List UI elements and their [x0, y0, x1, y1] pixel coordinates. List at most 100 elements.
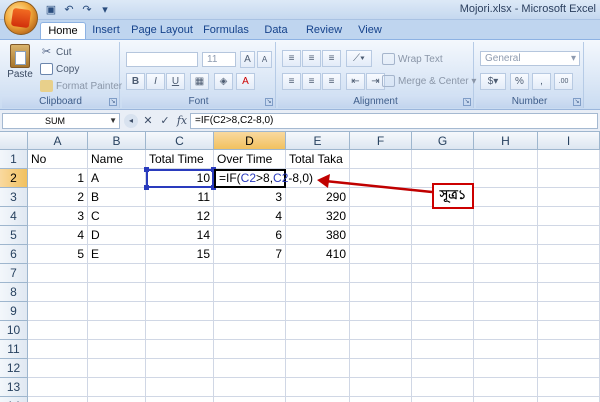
cell-f10[interactable] — [350, 321, 412, 340]
cell-g1[interactable] — [412, 150, 474, 169]
number-format-box[interactable]: General ▾ — [480, 51, 580, 66]
cell-b11[interactable] — [88, 340, 146, 359]
align-bottom-icon[interactable]: ≡ — [322, 50, 341, 67]
cell-h9[interactable] — [474, 302, 538, 321]
office-button[interactable] — [4, 1, 38, 35]
cell-i12[interactable] — [538, 359, 600, 378]
cut-button[interactable]: ✂ Cut — [40, 46, 72, 59]
cell-e12[interactable] — [286, 359, 350, 378]
cell-h4[interactable] — [474, 207, 538, 226]
cell-i3[interactable] — [538, 188, 600, 207]
cell-b10[interactable] — [88, 321, 146, 340]
cell-i9[interactable] — [538, 302, 600, 321]
cell-g8[interactable] — [412, 283, 474, 302]
cell-h3[interactable] — [474, 188, 538, 207]
cell-c3[interactable]: 11 — [146, 188, 214, 207]
cell-d5[interactable]: 6 — [214, 226, 286, 245]
tab-formulas[interactable]: Formulas — [200, 22, 252, 39]
cell-c11[interactable] — [146, 340, 214, 359]
cell-i8[interactable] — [538, 283, 600, 302]
cell-a12[interactable] — [28, 359, 88, 378]
align-left-icon[interactable]: ≡ — [282, 73, 301, 90]
cell-d3[interactable]: 3 — [214, 188, 286, 207]
name-box[interactable]: SUM ▼ — [2, 113, 120, 129]
cell-c6[interactable]: 15 — [146, 245, 214, 264]
cell-e3[interactable]: 290 — [286, 188, 350, 207]
cell-b2[interactable]: A — [88, 169, 146, 188]
tab-page-layout[interactable]: Page Layout — [130, 22, 194, 39]
cell-h7[interactable] — [474, 264, 538, 283]
row-header-12[interactable]: 12 — [0, 359, 28, 378]
cell-b1[interactable]: Name — [88, 150, 146, 169]
cell-f1[interactable] — [350, 150, 412, 169]
cell-d6[interactable]: 7 — [214, 245, 286, 264]
cell-c8[interactable] — [146, 283, 214, 302]
cell-g12[interactable] — [412, 359, 474, 378]
cell-i6[interactable] — [538, 245, 600, 264]
cell-f12[interactable] — [350, 359, 412, 378]
bold-button[interactable]: B — [126, 73, 145, 90]
cell-g4[interactable] — [412, 207, 474, 226]
shrink-font-button[interactable]: A — [257, 51, 272, 68]
cell-c5[interactable]: 14 — [146, 226, 214, 245]
merge-center-button[interactable]: Merge & Center ▾ — [382, 75, 476, 88]
cell-a13[interactable] — [28, 378, 88, 397]
cell-b4[interactable]: C — [88, 207, 146, 226]
cell-i11[interactable] — [538, 340, 600, 359]
decrease-indent-icon[interactable]: ⇤ — [346, 73, 365, 90]
align-center-icon[interactable]: ≡ — [302, 73, 321, 90]
cell-f14[interactable] — [350, 397, 412, 402]
row-header-14[interactable]: 14 — [0, 397, 28, 402]
redo-icon[interactable]: ↷ — [80, 4, 94, 17]
cell-a1[interactable]: No — [28, 150, 88, 169]
cell-e14[interactable] — [286, 397, 350, 402]
cell-d9[interactable] — [214, 302, 286, 321]
paste-button[interactable]: Paste — [6, 44, 34, 90]
column-header-e[interactable]: E — [286, 132, 350, 150]
cell-e9[interactable] — [286, 302, 350, 321]
cell-f5[interactable] — [350, 226, 412, 245]
cell-g5[interactable] — [412, 226, 474, 245]
cell-d1[interactable]: Over Time — [214, 150, 286, 169]
cell-c4[interactable]: 12 — [146, 207, 214, 226]
row-header-5[interactable]: 5 — [0, 226, 28, 245]
tab-view[interactable]: View — [352, 22, 388, 39]
cell-e13[interactable] — [286, 378, 350, 397]
font-launcher-icon[interactable]: ↘ — [265, 98, 273, 106]
cell-c9[interactable] — [146, 302, 214, 321]
align-top-icon[interactable]: ≡ — [282, 50, 301, 67]
cell-b3[interactable]: B — [88, 188, 146, 207]
copy-button[interactable]: Copy — [40, 63, 79, 76]
cell-a6[interactable]: 5 — [28, 245, 88, 264]
cell-f9[interactable] — [350, 302, 412, 321]
currency-format-icon[interactable]: $▾ — [480, 73, 506, 90]
tab-home[interactable]: Home — [40, 22, 86, 39]
clipboard-launcher-icon[interactable]: ↘ — [109, 98, 117, 106]
cell-c13[interactable] — [146, 378, 214, 397]
cell-g13[interactable] — [412, 378, 474, 397]
cell-b12[interactable] — [88, 359, 146, 378]
cell-b6[interactable]: E — [88, 245, 146, 264]
font-size-box[interactable]: 11 — [202, 52, 236, 67]
cell-a9[interactable] — [28, 302, 88, 321]
row-header-13[interactable]: 13 — [0, 378, 28, 397]
cell-c14[interactable] — [146, 397, 214, 402]
column-header-f[interactable]: F — [350, 132, 412, 150]
cell-g9[interactable] — [412, 302, 474, 321]
format-painter-button[interactable]: Format Painter — [40, 80, 122, 93]
row-header-9[interactable]: 9 — [0, 302, 28, 321]
row-header-3[interactable]: 3 — [0, 188, 28, 207]
cell-c7[interactable] — [146, 264, 214, 283]
percent-style-button[interactable]: % — [510, 73, 529, 90]
cell-g14[interactable] — [412, 397, 474, 402]
cell-e6[interactable]: 410 — [286, 245, 350, 264]
cell-i2[interactable] — [538, 169, 600, 188]
borders-icon[interactable]: ▦ — [190, 73, 209, 90]
cell-b8[interactable] — [88, 283, 146, 302]
cell-d11[interactable] — [214, 340, 286, 359]
cell-e7[interactable] — [286, 264, 350, 283]
comma-style-button[interactable]: , — [532, 73, 551, 90]
cell-g7[interactable] — [412, 264, 474, 283]
cell-e10[interactable] — [286, 321, 350, 340]
cell-b13[interactable] — [88, 378, 146, 397]
